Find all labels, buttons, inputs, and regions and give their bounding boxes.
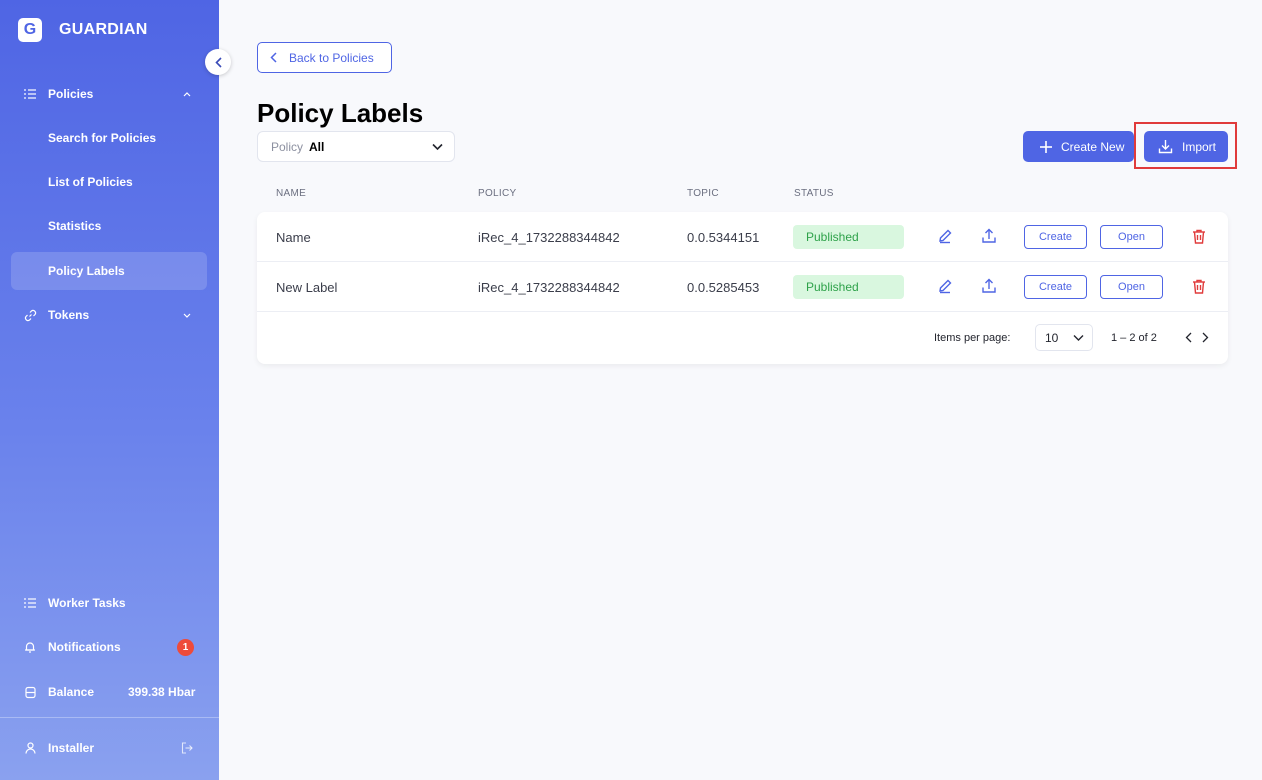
create-new-label: Create New [1061, 139, 1125, 154]
sidebar-item-search-for-policies[interactable]: Search for Policies [0, 119, 219, 157]
edit-icon[interactable] [936, 277, 954, 295]
back-to-policies-button[interactable]: Back to Policies [257, 42, 392, 73]
notification-count-badge: 1 [177, 639, 194, 656]
chevron-left-icon [214, 56, 222, 68]
chevron-left-icon[interactable] [1181, 330, 1195, 344]
trash-icon[interactable] [1190, 277, 1208, 295]
sidebar-item-label: List of Policies [48, 175, 133, 189]
page-title: Policy Labels [257, 98, 424, 128]
sidebar-item-notifications[interactable]: Notifications 1 [0, 628, 219, 666]
guardian-logo-icon: G [18, 18, 42, 42]
labels-table: Name iRec_4_1732288344842 0.0.5344151 Pu… [257, 212, 1228, 364]
sidebar-item-statistics[interactable]: Statistics [0, 207, 219, 245]
sidebar-item-list-of-policies[interactable]: List of Policies [0, 163, 219, 201]
trash-icon[interactable] [1190, 227, 1208, 245]
list-icon [23, 596, 37, 610]
sidebar-divider [0, 717, 219, 718]
cell-topic: 0.0.5344151 [687, 230, 760, 245]
table-row: Name iRec_4_1732288344842 0.0.5344151 Pu… [257, 212, 1228, 262]
sidebar-item-label: Statistics [48, 219, 102, 233]
cell-policy: iRec_4_1732288344842 [478, 280, 620, 295]
user-icon [23, 741, 37, 755]
sidebar-item-policies[interactable]: Policies [0, 75, 219, 113]
create-button[interactable]: Create [1024, 275, 1087, 299]
sidebar-item-tokens[interactable]: Tokens [0, 296, 219, 334]
status-badge: Published [793, 225, 904, 249]
cell-name: New Label [276, 280, 338, 295]
policy-filter-value: All [309, 139, 325, 154]
column-header-topic: TOPIC [687, 188, 719, 199]
brand[interactable]: G GUARDIAN [18, 18, 148, 42]
column-header-status: STATUS [794, 188, 834, 199]
import-highlight-box [1134, 122, 1237, 169]
wallet-icon [23, 685, 37, 699]
status-badge: Published [793, 275, 904, 299]
user-name: Installer [48, 741, 95, 755]
sidebar-item-label: Search for Policies [48, 131, 157, 145]
items-per-page-value: 10 [1045, 330, 1059, 345]
sidebar-item-label: Policy Labels [48, 264, 125, 278]
sidebar-item-policy-labels[interactable]: Policy Labels [11, 252, 207, 290]
balance-value: 399.38 Hbar [128, 685, 196, 699]
sidebar-collapse-button[interactable] [205, 49, 231, 75]
sidebar-item-balance: Balance 399.38 Hbar [0, 673, 219, 711]
sidebar-item-user[interactable]: Installer [0, 729, 219, 767]
edit-icon[interactable] [936, 227, 954, 245]
sidebar-item-label: Tokens [48, 308, 90, 322]
open-button[interactable]: Open [1100, 225, 1163, 249]
bell-icon [23, 640, 37, 654]
sidebar-item-worker-tasks[interactable]: Worker Tasks [0, 584, 219, 622]
plus-icon [1039, 140, 1053, 154]
chevron-left-icon [270, 52, 277, 63]
policy-filter-label: Policy [271, 139, 304, 154]
create-new-button[interactable]: Create New [1023, 131, 1134, 162]
items-per-page-select[interactable]: 10 [1035, 324, 1093, 351]
chevron-up-icon [180, 87, 194, 101]
policy-filter-select[interactable]: Policy All [257, 131, 455, 162]
sidebar: G GUARDIAN Policies Search for Policies … [0, 0, 219, 780]
link-icon [23, 308, 37, 322]
column-header-name: NAME [276, 188, 307, 199]
cell-name: Name [276, 230, 311, 245]
logout-icon[interactable] [180, 741, 194, 755]
column-header-policy: POLICY [478, 188, 517, 199]
chevron-down-icon [180, 308, 194, 322]
paginator: Items per page: 10 1 – 2 of 2 [257, 312, 1228, 364]
back-button-label: Back to Policies [289, 50, 374, 65]
list-icon [23, 87, 37, 101]
cell-topic: 0.0.5285453 [687, 280, 760, 295]
sidebar-item-label: Notifications [48, 640, 121, 654]
chevron-down-icon [431, 140, 444, 153]
balance-label: Balance [48, 685, 95, 699]
page-range-label: 1 – 2 of 2 [1111, 332, 1157, 344]
create-button[interactable]: Create [1024, 225, 1087, 249]
open-button[interactable]: Open [1100, 275, 1163, 299]
sidebar-item-label: Policies [48, 87, 94, 101]
items-per-page-label: Items per page: [934, 332, 1011, 344]
brand-name: GUARDIAN [59, 21, 148, 38]
sidebar-item-label: Worker Tasks [48, 596, 126, 610]
table-row: New Label iRec_4_1732288344842 0.0.52854… [257, 262, 1228, 312]
chevron-down-icon [1072, 331, 1085, 344]
chevron-right-icon[interactable] [1198, 330, 1212, 344]
upload-icon[interactable] [980, 277, 998, 295]
cell-policy: iRec_4_1732288344842 [478, 230, 620, 245]
upload-icon[interactable] [980, 227, 998, 245]
